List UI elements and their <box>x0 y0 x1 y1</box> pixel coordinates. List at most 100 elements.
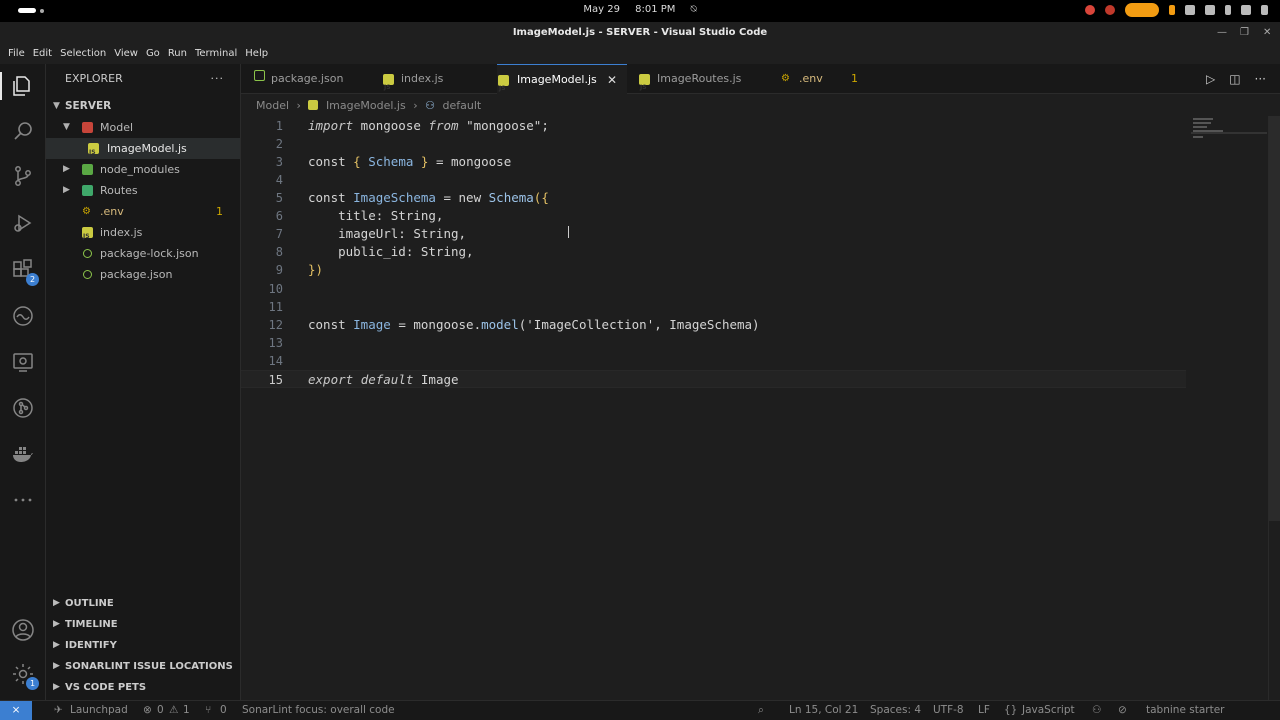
microphone-icon[interactable] <box>1169 5 1175 15</box>
tree-item-package-lock[interactable]: package-lock.json <box>46 243 240 264</box>
close-window-icon[interactable]: ✕ <box>1263 22 1271 44</box>
section-sonarlint[interactable]: ▶ SONARLINT ISSUE LOCATIONS <box>46 656 240 677</box>
section-outline[interactable]: ▶ OUTLINE <box>46 593 240 614</box>
gitlens-icon[interactable] <box>11 396 35 420</box>
remote-indicator-icon[interactable]: ⨯ <box>0 701 32 720</box>
code-editor[interactable]: 1 import mongoose from "mongoose"; 2 3 con… <box>241 116 1280 700</box>
tree-item-node-modules[interactable]: ▶ node_modules <box>46 159 240 180</box>
search-icon[interactable] <box>11 119 35 143</box>
more-views-icon[interactable] <box>11 488 35 512</box>
notifications-off-icon[interactable]: ⊘ <box>1118 701 1127 720</box>
menu-file[interactable]: File <box>4 44 29 64</box>
chevron-right-icon: ▶ <box>63 185 70 195</box>
env-file-icon: ⚙ <box>781 73 790 84</box>
js-file-icon <box>88 142 99 163</box>
code-line: 1 import mongoose from "mongoose"; <box>241 117 1186 135</box>
line-number: 12 <box>268 318 283 332</box>
menu-bar: File Edit Selection View Go Run Terminal… <box>0 44 1280 64</box>
encoding[interactable]: UTF-8 <box>933 701 964 720</box>
chevron-down-icon: ▼ <box>63 122 70 132</box>
breadcrumb-file[interactable]: ImageModel.js <box>326 99 406 112</box>
source-control-icon[interactable] <box>11 164 35 188</box>
section-timeline[interactable]: ▶ TIMELINE <box>46 614 240 635</box>
copilot-icon[interactable]: ⚇ <box>1092 701 1101 720</box>
accounts-icon[interactable] <box>11 618 35 642</box>
language-mode[interactable]: JavaScript <box>1022 701 1075 720</box>
screencast-indicator[interactable] <box>1125 3 1159 17</box>
menu-run[interactable]: Run <box>164 44 191 64</box>
line-number: 1 <box>275 119 283 133</box>
extensions-icon[interactable]: 2 <box>11 258 39 286</box>
section-vscode-pets[interactable]: ▶ VS CODE PETS <box>46 677 240 698</box>
battery-icon[interactable] <box>1261 5 1268 15</box>
tab-env[interactable]: ⚙ .env 1 <box>755 64 875 94</box>
menu-edit[interactable]: Edit <box>29 44 56 64</box>
vertical-scrollbar[interactable] <box>1268 116 1280 700</box>
warning-count[interactable]: 1 <box>183 701 190 720</box>
code-text: title: String, <box>308 208 444 223</box>
remote-explorer-icon[interactable] <box>11 304 35 328</box>
minimap[interactable] <box>1191 116 1271 146</box>
docker-icon[interactable] <box>11 442 35 466</box>
run-debug-icon[interactable] <box>11 211 35 235</box>
line-number: 5 <box>275 191 283 205</box>
tab-imagemodel-js[interactable]: ImageModel.js ✕ <box>497 64 627 104</box>
menu-selection[interactable]: Selection <box>56 44 110 64</box>
minimize-icon[interactable]: — <box>1217 22 1227 44</box>
workspace-root[interactable]: ▼ SERVER <box>46 96 240 117</box>
launchpad-button[interactable]: Launchpad <box>70 701 128 720</box>
breadcrumb-folder[interactable]: Model <box>256 99 289 112</box>
tree-item-routes[interactable]: ▶ Routes <box>46 180 240 201</box>
cursor-position[interactable]: Ln 15, Col 21 <box>789 701 858 720</box>
tree-item-env[interactable]: ⚙ .env 1 <box>46 201 240 222</box>
chevron-right-icon: › <box>413 99 418 112</box>
menu-help[interactable]: Help <box>241 44 272 64</box>
editor-tabs: package.json index.js ImageModel.js ✕ Im… <box>241 64 1280 104</box>
problem-count: 1 <box>851 72 858 85</box>
tab-package-json[interactable]: package.json <box>241 64 369 94</box>
tabnine-status[interactable]: tabnine starter <box>1146 701 1224 720</box>
indentation[interactable]: Spaces: 4 <box>870 701 921 720</box>
tab-index-js[interactable]: index.js <box>369 64 497 103</box>
maximize-icon[interactable]: ❐ <box>1240 22 1249 44</box>
menu-terminal[interactable]: Terminal <box>191 44 241 64</box>
tree-item-imagemodel[interactable]: ImageModel.js <box>46 138 240 163</box>
run-icon[interactable]: ▷ <box>1206 72 1215 86</box>
system-tray[interactable] <box>1085 3 1268 17</box>
split-editor-icon[interactable]: ◫ <box>1229 72 1240 86</box>
tree-item-package[interactable]: package.json <box>46 264 240 285</box>
tab-imageroutes-js[interactable]: ImageRoutes.js <box>627 64 755 103</box>
explorer-sidebar: EXPLORER ··· ▼ SERVER ▼ Model ImageModel… <box>46 64 241 700</box>
bluetooth-icon[interactable] <box>1225 5 1231 15</box>
sonarlint-focus[interactable]: SonarLint focus: overall code <box>242 701 395 720</box>
wifi-icon[interactable] <box>1205 5 1215 15</box>
tree-item-model[interactable]: ▼ Model <box>46 117 240 138</box>
window-title-bar: ImageModel.js - SERVER - Visual Studio C… <box>0 22 1280 44</box>
ports-count[interactable]: 0 <box>220 701 227 720</box>
manage-gear-icon[interactable]: 1 <box>11 662 39 690</box>
zoom-icon[interactable]: ⌕ <box>758 701 764 720</box>
app-tray-icon[interactable] <box>1105 5 1115 15</box>
breadcrumb-symbol[interactable]: default <box>442 99 481 112</box>
js-file-icon <box>498 74 509 104</box>
section-identify[interactable]: ▶ IDENTIFY <box>46 635 240 656</box>
symbol-icon: ⚇ <box>425 99 435 112</box>
record-icon[interactable] <box>1085 5 1095 15</box>
error-count[interactable]: 0 <box>157 701 164 720</box>
end-of-line[interactable]: LF <box>978 701 990 720</box>
explorer-icon[interactable] <box>11 74 35 98</box>
close-tab-icon[interactable]: ✕ <box>607 65 617 95</box>
explorer-more-icon[interactable]: ··· <box>211 64 225 94</box>
menu-go[interactable]: Go <box>142 44 164 64</box>
code-line-current: 15 export default Image <box>241 370 1186 388</box>
remote-window-icon[interactable] <box>11 350 35 374</box>
menu-view[interactable]: View <box>110 44 142 64</box>
tree-item-index[interactable]: index.js <box>46 222 240 247</box>
scrollbar-thumb[interactable] <box>1269 116 1280 521</box>
code-line: 11 <box>241 298 1186 316</box>
more-actions-icon[interactable]: ··· <box>1255 72 1266 86</box>
line-number: 4 <box>275 173 283 187</box>
network-icon[interactable] <box>1185 5 1195 15</box>
volume-icon[interactable] <box>1241 5 1251 15</box>
chevron-right-icon: ▶ <box>53 661 60 671</box>
